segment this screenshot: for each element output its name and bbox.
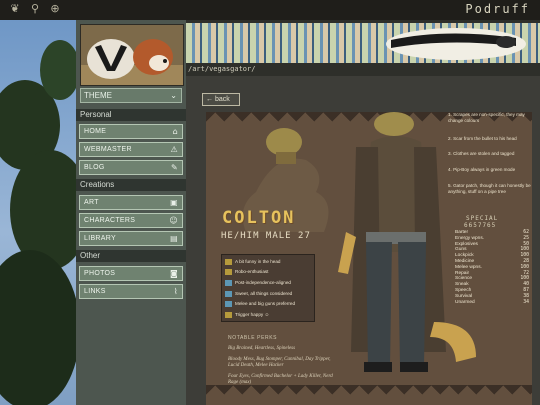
tree-foliage — [40, 40, 80, 100]
nav-art-button[interactable]: ART ▣ — [79, 195, 183, 210]
top-bar: ❦ ⚲ ⊕ Podruff — [0, 0, 540, 20]
trait-swatch — [225, 291, 232, 297]
sky-background — [0, 20, 90, 405]
skill-value: 34 — [523, 299, 529, 305]
nav-label: HOME — [84, 128, 107, 135]
skill-name: Lockpick — [455, 253, 474, 259]
skill-name: Speech — [455, 288, 472, 293]
skill-name: Guns — [455, 247, 467, 253]
skill-name: Explosives — [455, 241, 478, 247]
nav-label: BLOG — [84, 164, 105, 171]
section-personal: Personal — [76, 109, 186, 121]
skill-name: Barter — [455, 230, 469, 235]
camera-icon: ◙ — [169, 269, 178, 278]
trait-text: Trigger happy ☺ — [235, 312, 270, 317]
nav-label: LIBRARY — [84, 235, 116, 242]
target-icon[interactable]: ⊕ — [49, 3, 61, 15]
back-button[interactable]: ← back — [202, 93, 240, 106]
nav-home-button[interactable]: HOME ⌂ — [79, 124, 183, 139]
trait-item: Post-independence-aligned — [225, 279, 291, 287]
note-item: 3. Clothes are stolen and tagged — [448, 151, 515, 156]
trait-text: Melee and big guns preferred — [235, 301, 296, 306]
chevron-down-icon: ⌄ — [170, 91, 177, 100]
trait-text: A bit funny in the head — [235, 259, 281, 264]
paperclip-icon: ⌇ — [173, 287, 178, 296]
nav-photos-button[interactable]: PHOTOS ◙ — [79, 266, 183, 281]
note-item: 4. Pip-Boy always in green mode — [448, 167, 516, 172]
trait-swatch — [225, 269, 232, 275]
skill-name: Survival — [455, 293, 473, 299]
leaf-icon[interactable]: ❦ — [9, 3, 21, 15]
trait-item: Sweet, all things considered — [225, 290, 292, 298]
skill-row: Unarmed 34 — [455, 300, 529, 306]
nav-links-button[interactable]: LINKS ⌇ — [79, 284, 183, 299]
skill-name: Sneak — [455, 282, 469, 288]
skill-name: Unarmed — [455, 299, 475, 305]
site-brand[interactable]: Podruff — [465, 2, 530, 16]
nav-library-button[interactable]: LIBRARY ▤ — [79, 231, 183, 246]
section-creations: Creations — [76, 179, 186, 191]
trait-swatch — [225, 280, 232, 286]
nav-blog-button[interactable]: BLOG ✎ — [79, 160, 183, 175]
nav-label: WEBMASTER — [84, 146, 132, 153]
special-code: 6657765 — [464, 222, 497, 229]
skill-name: Energy wpns. — [455, 235, 485, 241]
skill-name: Repair — [455, 270, 470, 276]
nav-label: ART — [84, 199, 99, 206]
nav-characters-button[interactable]: CHARACTERS ☺ — [79, 213, 183, 228]
perk-line: Bloody Mess, Bug Stomper, Cannibal, Day … — [228, 357, 331, 368]
trait-text: Post-independence-aligned — [235, 280, 291, 285]
trait-swatch — [225, 312, 232, 318]
tooth-icon[interactable]: ⚲ — [29, 3, 41, 15]
image-icon: ▣ — [170, 198, 178, 207]
skill-name: Medicine — [455, 259, 475, 264]
trait-item: Trigger happy ☺ — [225, 311, 269, 319]
special-title: SPECIAL — [466, 215, 499, 222]
theme-select-label: THEME — [84, 91, 112, 100]
header-banner-image — [186, 20, 540, 63]
trait-text: Robo-enthusiast — [235, 269, 269, 274]
trait-item: Melee and big guns preferred — [225, 300, 295, 308]
note-item: 1. Scrapes are non-specific, they may ch… — [448, 112, 525, 123]
theme-select[interactable]: THEME ⌄ — [80, 88, 182, 103]
book-icon: ▤ — [170, 234, 178, 243]
character-pronouns: HE/HIM MALE 27 — [221, 231, 311, 241]
trait-text: Sweet, all things considered — [235, 291, 293, 296]
nav-label: CHARACTERS — [84, 217, 136, 224]
home-icon: ⌂ — [172, 127, 178, 136]
trait-swatch — [225, 259, 232, 265]
skill-name: Melee wpns. — [455, 264, 482, 270]
portrait-icon: ☺ — [169, 216, 178, 225]
pencil-icon: ✎ — [170, 163, 178, 172]
traits-list: A bit funny in the head Robo-enthusiast … — [221, 254, 315, 322]
page-path: /art/vegasgator/ — [186, 63, 540, 76]
note-item: 5. Gator patch, though it can honestly b… — [448, 183, 531, 194]
skill-name: Science — [455, 276, 473, 282]
section-other: Other — [76, 250, 186, 262]
trait-item: A bit funny in the head — [225, 258, 280, 266]
note-item: 2. Scar from the bullet to his head — [448, 136, 517, 141]
perk-line: Four Eyes, Confirmed Bachelor + Lady Kil… — [228, 374, 333, 385]
warning-icon: ⚠ — [170, 145, 178, 154]
nav-label: PHOTOS — [84, 270, 116, 277]
tree-foliage — [0, 250, 80, 405]
perk-line: Big Brained, Heartless, Spineless — [228, 346, 296, 351]
trait-item: Robo-enthusiast — [225, 268, 268, 276]
nav-webmaster-button[interactable]: WEBMASTER ⚠ — [79, 142, 183, 157]
perks-title: NOTABLE PERKS — [228, 335, 278, 341]
nav-label: LINKS — [84, 288, 106, 295]
character-name: COLTON — [222, 208, 296, 228]
trait-swatch — [225, 301, 232, 307]
avatar-badgers-image — [80, 24, 184, 86]
